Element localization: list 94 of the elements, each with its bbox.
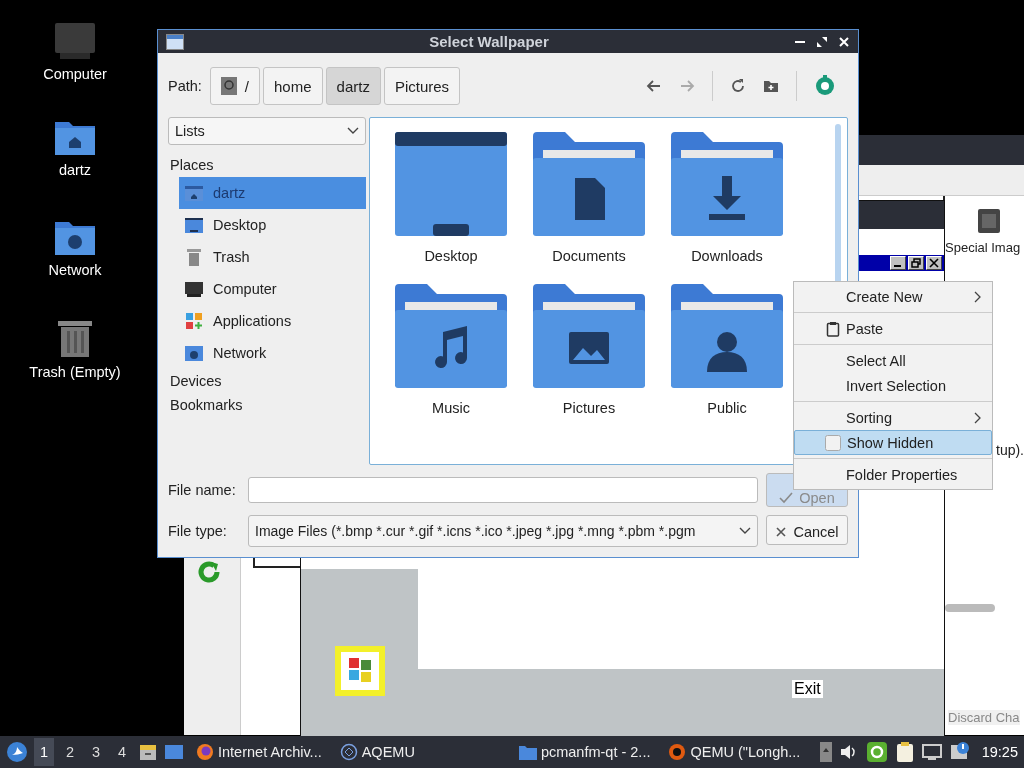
- close-icon: [775, 525, 788, 538]
- desktop-icon-label[interactable]: Trash (Empty): [29, 364, 121, 380]
- folder-icon: [533, 284, 645, 390]
- gear-icon[interactable]: [814, 75, 836, 97]
- desktop-icon-label[interactable]: Network: [48, 262, 102, 278]
- desktop-icon-label[interactable]: Computer: [43, 66, 107, 82]
- folder-item[interactable]: Downloads: [658, 132, 796, 264]
- check-icon: [779, 491, 794, 504]
- drive-icon: [220, 77, 237, 95]
- path-button[interactable]: home: [263, 67, 323, 105]
- folder-item[interactable]: Pictures: [520, 284, 658, 416]
- volume-icon[interactable]: [839, 744, 858, 760]
- menu-item[interactable]: Invert Selection: [794, 373, 992, 398]
- sidebar-item[interactable]: Applications: [179, 305, 366, 337]
- folder-item[interactable]: Desktop: [382, 132, 520, 264]
- reload-icon[interactable]: [730, 78, 746, 94]
- sidebar-item[interactable]: Desktop: [179, 209, 366, 241]
- path-button[interactable]: Pictures: [383, 67, 461, 105]
- browser-icon: [196, 743, 214, 761]
- chevron-down-icon: [739, 527, 751, 535]
- workspace-button[interactable]: 2: [60, 738, 80, 766]
- desktop-icon: [185, 217, 203, 233]
- minimize-icon[interactable]: [890, 256, 906, 270]
- path-label: Path:: [168, 78, 202, 94]
- sidebar-section[interactable]: Places: [168, 153, 366, 177]
- menu-item[interactable]: Paste: [794, 316, 992, 341]
- start-menu-icon[interactable]: [6, 741, 28, 763]
- app-icon: [668, 743, 687, 761]
- path-button[interactable]: dartz: [325, 67, 381, 105]
- network-icon[interactable]: [921, 743, 942, 761]
- view-mode-dropdown[interactable]: Lists: [168, 117, 366, 145]
- item-label[interactable]: Special Imag: [945, 240, 1021, 255]
- menu-item[interactable]: Sorting: [794, 405, 992, 430]
- restore-icon[interactable]: [908, 256, 924, 270]
- maximize-icon[interactable]: [816, 35, 828, 48]
- scrollbar[interactable]: [945, 604, 995, 612]
- folder-icon: [395, 132, 507, 238]
- taskbar-button[interactable]: QEMU ("Longh...: [662, 737, 807, 767]
- chevron-down-icon: [347, 127, 359, 135]
- cancel-button[interactable]: Cancel: [766, 515, 848, 545]
- taskbar-button[interactable]: pcmanfm-qt - 2...: [512, 737, 657, 767]
- menu-item[interactable]: Create New: [794, 284, 992, 309]
- clock[interactable]: 19:25: [977, 744, 1018, 760]
- taskbar-button[interactable]: Internet Archiv...: [190, 737, 328, 767]
- workspace-button[interactable]: 1: [34, 738, 54, 766]
- chip-icon: [975, 206, 1003, 236]
- sidebar-item[interactable]: Computer: [179, 273, 366, 305]
- file-cabinet-icon[interactable]: [138, 742, 158, 762]
- eject-icon[interactable]: [819, 742, 832, 762]
- clipboard-icon: [826, 320, 840, 337]
- monitor-icon: [185, 281, 203, 297]
- folder-icon: [671, 132, 783, 238]
- text-fragment: tup).: [996, 442, 1024, 458]
- close-icon[interactable]: [838, 35, 850, 48]
- path-button[interactable]: /: [209, 67, 261, 105]
- folder-icon: [533, 132, 645, 238]
- applications-icon: [185, 312, 203, 330]
- trash-icon: [185, 248, 203, 266]
- back-icon[interactable]: [646, 78, 662, 94]
- app-icon[interactable]: [865, 741, 888, 763]
- folder-icon: [671, 284, 783, 390]
- new-folder-icon[interactable]: [763, 78, 779, 94]
- file-name-label: File name:: [168, 482, 237, 498]
- window-icon: [166, 33, 184, 50]
- emulator-icon: [339, 743, 358, 761]
- close-icon[interactable]: [926, 256, 942, 270]
- checkbox[interactable]: [825, 434, 841, 451]
- network-folder-icon: [185, 345, 203, 361]
- folder-item[interactable]: Documents: [520, 132, 658, 264]
- folder-icon: [518, 744, 537, 760]
- taskbar-button[interactable]: AQEMU: [333, 737, 421, 767]
- clipboard-icon[interactable]: [895, 741, 914, 763]
- exit-button[interactable]: Exit: [792, 680, 823, 698]
- update-notification-icon[interactable]: [949, 742, 970, 762]
- window-title: Select Wallpaper: [428, 33, 550, 50]
- folder-item[interactable]: Public: [658, 284, 796, 416]
- folder-icon: [395, 284, 507, 390]
- workspace-button[interactable]: 3: [86, 738, 106, 766]
- window-icon[interactable]: [164, 743, 184, 761]
- file-type-label: File type:: [168, 523, 228, 539]
- desktop-icon-label[interactable]: dartz: [58, 162, 92, 178]
- sidebar-item[interactable]: Network: [179, 337, 366, 369]
- menu-item[interactable]: Select All: [794, 348, 992, 373]
- menu-item[interactable]: Show Hidden: [794, 430, 992, 455]
- workspace-button[interactable]: 4: [112, 738, 132, 766]
- sidebar-section[interactable]: Bookmarks: [168, 393, 366, 417]
- windows-logo-icon[interactable]: [335, 646, 385, 696]
- file-name-field[interactable]: [248, 477, 758, 503]
- sidebar-section[interactable]: Devices: [168, 369, 366, 393]
- refresh-icon[interactable]: [197, 560, 221, 584]
- home-folder-icon: [185, 185, 203, 201]
- folder-item[interactable]: Music: [382, 284, 520, 416]
- sidebar-item[interactable]: Trash: [179, 241, 366, 273]
- file-type-dropdown[interactable]: Image Files (*.bmp *.cur *.gif *.icns *.ico *.jpeg *.jpg *.mng *.pbm *.pgm: [248, 515, 758, 547]
